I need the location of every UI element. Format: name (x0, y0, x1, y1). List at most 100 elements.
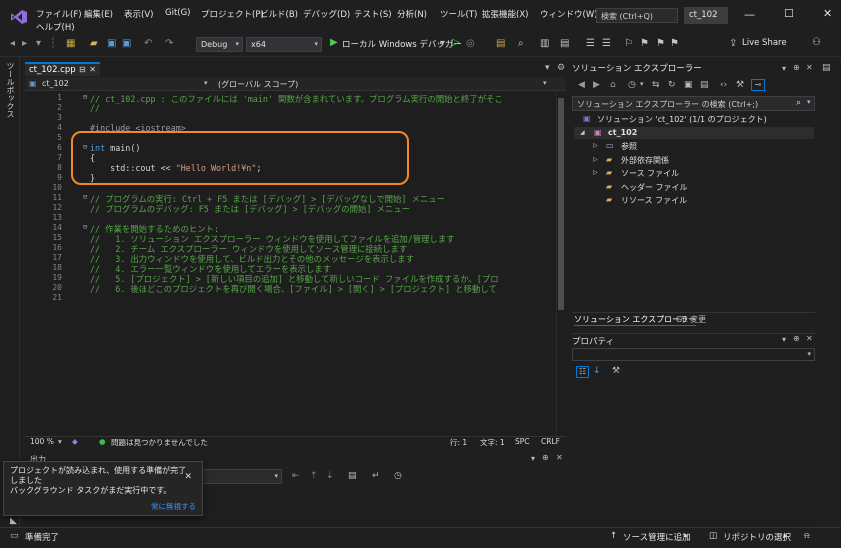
hot-reload-icon[interactable]: ◎ (466, 38, 475, 49)
new-project-icon[interactable]: ▦ (66, 38, 75, 49)
panel-menu-icon[interactable]: ▾ (782, 335, 786, 344)
open-folder-icon[interactable]: ▰ (90, 38, 98, 49)
nav-dropdown-icon[interactable]: ▾ (36, 38, 41, 49)
chevron-down-icon[interactable]: ▾ (807, 98, 811, 106)
chevron-up-icon[interactable]: ▴ (684, 531, 688, 539)
outdent-icon[interactable]: ☰ (586, 38, 595, 49)
alphabetical-icon[interactable]: ↓ (593, 366, 601, 376)
sync-icon[interactable]: ◷ (628, 80, 636, 90)
chevron-down-icon[interactable]: ▾ (640, 80, 644, 88)
tree-item-source-files[interactable]: ソース ファイル (621, 168, 679, 179)
notifications-bell-icon[interactable]: ⍾ (804, 531, 810, 541)
properties-wrench-icon[interactable]: ⚒ (736, 80, 744, 90)
select-repository-button[interactable]: リポジトリの選択 (723, 531, 791, 543)
toolbox-icon[interactable]: ▤ (496, 38, 505, 49)
bookmark-clear-icon[interactable]: ⚑ (670, 38, 679, 49)
fold-toggle-icon[interactable]: ⊟ (83, 223, 87, 231)
clear-all-icon[interactable]: ▤ (348, 471, 357, 481)
menu-help[interactable]: ヘルプ(H) (36, 21, 75, 33)
solution-name-badge[interactable]: ct_102 (684, 7, 728, 24)
menu-window[interactable]: ウィンドウ(W) (540, 8, 598, 20)
zoom-level[interactable]: 100 % (30, 437, 54, 446)
live-share-button[interactable]: Live Share (742, 38, 787, 48)
categorized-icon[interactable]: ☷ (576, 366, 589, 378)
close-panel-icon[interactable]: ✕ (806, 63, 813, 72)
home-icon[interactable]: ⌂ (610, 80, 616, 90)
platform-select[interactable]: x64 ▾ (246, 37, 322, 52)
issues-status[interactable]: 問題は見つかりませんでした (111, 437, 208, 448)
tab-list-dropdown-icon[interactable]: ▾ (545, 63, 550, 73)
save-all-icon[interactable]: ▣ (122, 38, 131, 49)
configuration-select[interactable]: Debug ▾ (196, 37, 243, 52)
menu-project[interactable]: プロジェクト(P) (201, 8, 264, 20)
refresh-icon[interactable]: ↻ (668, 80, 676, 90)
close-window-icon[interactable]: ✕ (823, 7, 832, 20)
start-without-debug-icon[interactable]: ▷ (452, 37, 460, 48)
pin-icon[interactable]: ⊕ (793, 334, 800, 343)
tab-git-changes[interactable]: Git 変更 (676, 314, 706, 325)
start-debug-icon[interactable]: ▶ (330, 37, 338, 48)
bookmark-icon[interactable]: ⚐ (624, 38, 633, 49)
whitespace-indicator[interactable]: SPC (515, 437, 530, 446)
back-icon[interactable]: ◂ (10, 38, 15, 49)
panel-menu-icon[interactable]: ▾ (531, 454, 535, 463)
collapsed-arrow-icon[interactable]: ▷ (593, 142, 598, 149)
chevron-down-icon[interactable]: ▾ (204, 79, 208, 87)
save-icon[interactable]: ▣ (107, 38, 116, 49)
find-message-icon[interactable]: ⇤ (292, 471, 300, 481)
fold-toggle-icon[interactable]: ⊟ (83, 193, 87, 201)
tree-item-resource-files[interactable]: リソース ファイル (621, 195, 687, 206)
feedback-icon[interactable]: ⚇ (812, 37, 821, 48)
menu-build[interactable]: ビルド(B) (260, 8, 298, 20)
document-tab-ct-102-cpp[interactable]: ct_102.cpp ⊟ ✕ (25, 62, 100, 76)
menu-analyze[interactable]: 分析(N) (397, 8, 427, 20)
close-panel-icon[interactable]: ✕ (806, 334, 813, 343)
menu-view[interactable]: 表示(V) (124, 8, 153, 20)
comment-icon[interactable]: ▤ (560, 38, 569, 49)
collapsed-arrow-icon[interactable]: ▷ (593, 169, 598, 176)
nav-project-select[interactable]: ct_102 (42, 79, 69, 88)
layout-icon[interactable]: ▥ (540, 38, 549, 49)
toolbox-arrow-icon[interactable]: ◣ (10, 516, 17, 526)
indent-icon[interactable]: ☰ (602, 38, 611, 49)
properties-grid[interactable] (572, 382, 815, 527)
menu-extensions[interactable]: 拡張機能(X) (482, 8, 528, 20)
prev-message-icon[interactable]: ⇡ (310, 471, 318, 481)
char-indicator[interactable]: 文字: 1 (480, 437, 505, 448)
menu-debug[interactable]: デバッグ(D) (303, 8, 350, 20)
settings-gear-icon[interactable]: ⚙ (557, 63, 565, 73)
collapsed-arrow-icon[interactable]: ▷ (593, 156, 598, 163)
tree-item-solution[interactable]: ソリューション 'ct_102' (1/1 のプロジェクト) (597, 114, 767, 125)
next-message-icon[interactable]: ⇣ (326, 471, 334, 481)
scrollbar-thumb[interactable] (558, 98, 564, 310)
add-to-source-control-button[interactable]: ソース管理に追加 (623, 531, 691, 543)
nav-scope-select[interactable]: (グローバル スコープ) (218, 79, 298, 90)
menu-edit[interactable]: 編集(E) (84, 8, 113, 20)
maximize-icon[interactable]: ☐ (784, 7, 794, 20)
menu-test[interactable]: テスト(S) (354, 8, 392, 20)
bookmark-next-icon[interactable]: ⚑ (656, 38, 665, 49)
redo-icon[interactable]: ↷ (165, 38, 173, 49)
tree-item-header-files[interactable]: ヘッダー ファイル (621, 182, 688, 193)
show-all-files-icon[interactable]: ▤ (700, 80, 709, 90)
output-source-select[interactable]: ▾ (200, 469, 282, 484)
minimize-icon[interactable]: — (744, 8, 755, 21)
pin-icon[interactable]: ⊕ (542, 453, 549, 462)
menu-file[interactable]: ファイル(F) (36, 8, 82, 20)
tree-item-references[interactable]: 参照 (621, 141, 637, 152)
collapse-all-icon[interactable]: ▣ (684, 80, 693, 90)
menu-git[interactable]: Git(G) (165, 8, 191, 18)
pin-icon[interactable]: ⊕ (793, 63, 800, 72)
undo-icon[interactable]: ↶ (144, 38, 152, 49)
toolbox-side-tab[interactable]: ツールボックス (5, 62, 16, 118)
chevron-down-icon[interactable]: ▾ (58, 437, 62, 446)
expanded-arrow-icon[interactable]: ◢ (580, 129, 585, 136)
search-icon[interactable]: ⌕ (796, 98, 801, 108)
code-cleanup-icon[interactable]: ◆ (72, 437, 78, 446)
line-ending-indicator[interactable]: CRLF (541, 437, 560, 446)
chevron-down-icon[interactable]: ▾ (543, 79, 547, 87)
always-ignore-link[interactable]: 常に無視する (151, 502, 196, 512)
line-indicator[interactable]: 行: 1 (450, 437, 467, 448)
clock-icon[interactable]: ◷ (394, 471, 402, 481)
close-panel-icon[interactable]: ✕ (556, 453, 563, 462)
